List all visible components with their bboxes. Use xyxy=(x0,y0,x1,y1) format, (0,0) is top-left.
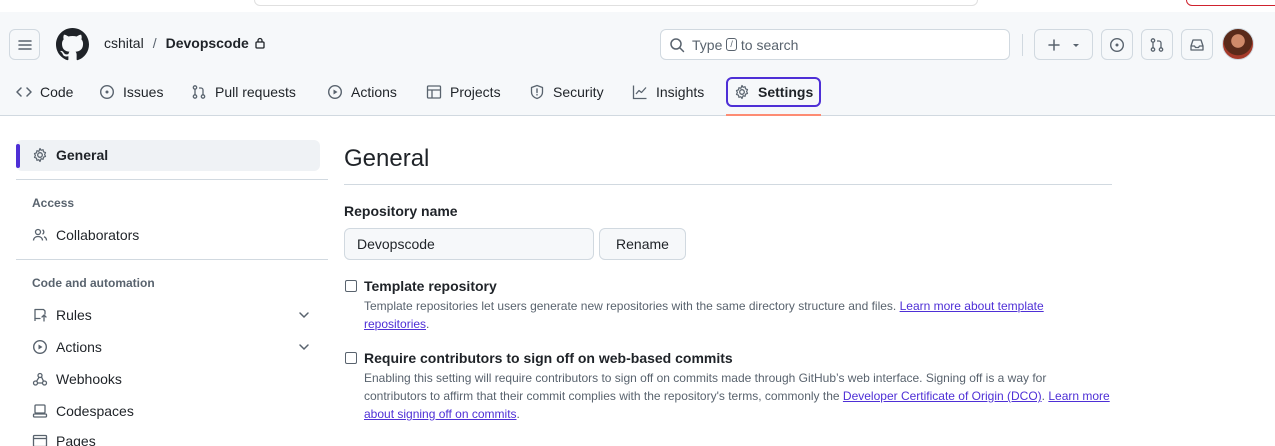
chevron-down-icon[interactable] xyxy=(298,309,310,321)
sidebar-label: Codespaces xyxy=(56,403,134,419)
search-suffix: to search xyxy=(740,36,799,53)
sidebar-heading-access: Access xyxy=(32,196,75,210)
menu-button[interactable] xyxy=(9,29,40,60)
sidebar-heading-code-automation: Code and automation xyxy=(32,276,155,290)
gear-icon xyxy=(735,84,749,100)
dco-link[interactable]: Developer Certificate of Origin (DCO) xyxy=(843,389,1042,403)
sidebar-label: Collaborators xyxy=(56,227,140,243)
git-pull-request-icon xyxy=(1150,37,1164,52)
tab-actions[interactable]: Actions xyxy=(327,78,397,106)
breadcrumb-owner[interactable]: cshital xyxy=(104,35,144,51)
webhook-icon xyxy=(32,372,48,386)
people-icon xyxy=(32,228,48,241)
tab-label: Settings xyxy=(758,84,814,100)
tab-label: Projects xyxy=(450,84,501,100)
sidebar-item-rules[interactable]: Rules xyxy=(32,305,92,325)
page-title: General xyxy=(344,145,430,172)
gear-icon xyxy=(33,147,47,163)
rename-button[interactable]: Rename xyxy=(599,228,686,260)
search-shortcut-key: / xyxy=(726,38,737,51)
template-repository-description: Template repositories let users generate… xyxy=(364,297,1112,333)
sidebar-item-webhooks[interactable]: Webhooks xyxy=(32,369,122,389)
sidebar-label: Rules xyxy=(56,307,92,323)
repo-tabs: Code Issues Pull requests Actions Projec… xyxy=(0,76,1275,116)
triangle-down-icon xyxy=(1072,43,1079,47)
issues-button[interactable] xyxy=(1101,29,1133,60)
tab-insights[interactable]: Insights xyxy=(632,78,704,106)
hamburger-icon xyxy=(17,39,32,50)
chevron-down-icon[interactable] xyxy=(298,341,310,353)
browser-strip xyxy=(0,0,1275,12)
browser-button[interactable] xyxy=(1186,0,1275,6)
avatar[interactable] xyxy=(1222,28,1254,60)
codespaces-icon xyxy=(32,404,48,418)
issue-opened-icon xyxy=(1109,37,1125,52)
graph-icon xyxy=(632,85,647,100)
require-signoff-title: Require contributors to sign off on web-… xyxy=(364,350,733,366)
inbox-button[interactable] xyxy=(1181,29,1213,60)
repo-header: cshital / Devopscode Type / to search Co… xyxy=(0,12,1275,116)
search-prefix: Type xyxy=(692,36,723,53)
tab-label: Insights xyxy=(656,84,705,100)
title-divider xyxy=(344,184,1112,185)
play-icon xyxy=(32,339,48,355)
sidebar-item-codespaces[interactable]: Codespaces xyxy=(32,401,134,421)
selected-tab-underline xyxy=(726,114,821,116)
template-repository-title: Template repository xyxy=(364,278,497,294)
breadcrumb: cshital / Devopscode xyxy=(104,35,266,51)
sidebar-divider xyxy=(16,259,328,260)
description-end: . xyxy=(426,317,430,331)
header-divider xyxy=(1022,34,1023,56)
tab-label: Pull requests xyxy=(215,84,296,100)
tab-security[interactable]: Security xyxy=(529,78,604,106)
browser-url-bar[interactable] xyxy=(254,0,978,6)
tab-label: Security xyxy=(553,84,604,100)
sidebar-item-actions[interactable]: Actions xyxy=(32,337,102,357)
repository-name-label: Repository name xyxy=(344,203,458,219)
sidebar-item-pages[interactable]: Pages xyxy=(32,431,96,446)
description-mid: . xyxy=(1041,389,1045,403)
play-icon xyxy=(327,84,343,100)
sidebar-label: Actions xyxy=(56,339,102,355)
tab-pull-requests[interactable]: Pull requests xyxy=(191,78,296,106)
require-signoff-description: Enabling this setting will require contr… xyxy=(364,369,1112,423)
sidebar-label: Webhooks xyxy=(56,371,122,387)
search-input[interactable]: Type / to search xyxy=(660,29,1010,60)
tab-projects[interactable]: Projects xyxy=(426,78,501,106)
code-icon xyxy=(16,87,32,97)
pull-requests-button[interactable] xyxy=(1141,29,1173,60)
table-icon xyxy=(426,85,442,99)
tab-label: Actions xyxy=(351,84,397,100)
breadcrumb-repo[interactable]: Devopscode xyxy=(166,35,249,51)
tab-settings[interactable]: Settings xyxy=(726,77,822,107)
tab-issues[interactable]: Issues xyxy=(99,78,163,106)
issue-icon xyxy=(99,84,115,100)
sidebar-active-indicator xyxy=(16,144,20,168)
sidebar-item-collaborators[interactable]: Collaborators xyxy=(32,225,139,245)
lock-icon xyxy=(255,37,265,49)
description-end: . xyxy=(516,407,520,421)
search-icon xyxy=(670,37,685,52)
require-signoff-checkbox[interactable] xyxy=(345,352,357,364)
shield-icon xyxy=(530,84,544,100)
create-new-button[interactable] xyxy=(1034,29,1093,60)
pull-request-icon xyxy=(192,85,206,99)
tab-label: Issues xyxy=(123,84,164,100)
plus-icon xyxy=(1047,38,1060,51)
description-text: Template repositories let users generate… xyxy=(364,299,897,313)
sidebar-divider xyxy=(16,179,328,180)
breadcrumb-separator: / xyxy=(152,35,157,51)
repository-name-input[interactable] xyxy=(344,228,594,260)
inbox-icon xyxy=(1190,38,1204,51)
repo-push-icon xyxy=(34,308,47,322)
tab-code[interactable]: Code xyxy=(16,78,73,106)
github-logo-icon[interactable] xyxy=(56,28,89,61)
browser-icon xyxy=(32,434,48,446)
sidebar-label: General xyxy=(56,147,109,163)
sidebar-item-general-label[interactable]: General xyxy=(32,145,108,165)
template-repository-checkbox[interactable] xyxy=(345,280,357,292)
tab-label: Code xyxy=(40,84,74,100)
sidebar-label: Pages xyxy=(56,433,96,446)
